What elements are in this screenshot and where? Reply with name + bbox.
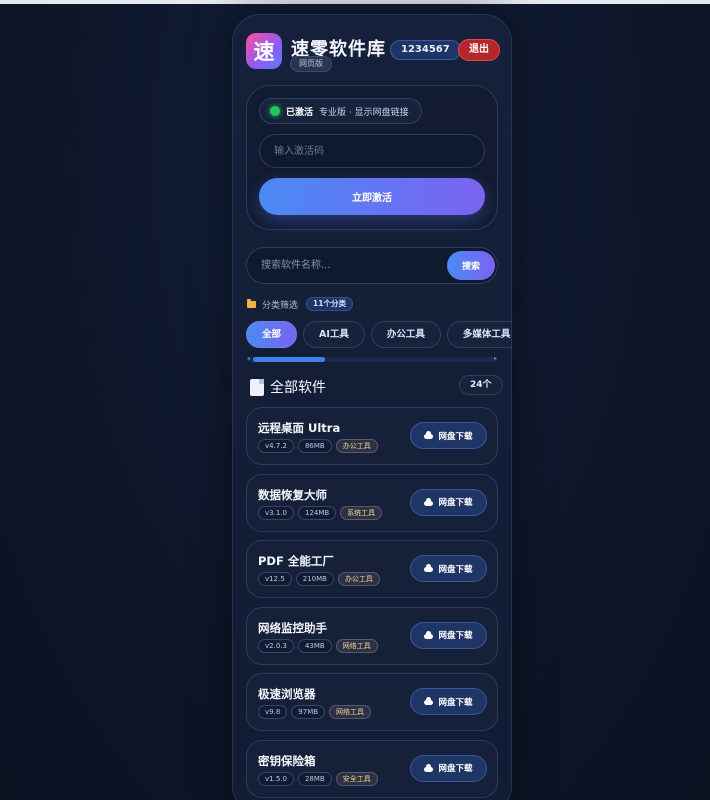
software-card: 网络监控助手 v2.0.3 43MB 网络工具 网盘下载 bbox=[246, 606, 498, 665]
status-dot-icon bbox=[270, 106, 280, 116]
software-card: PDF 全能工厂 v12.5 210MB 办公工具 网盘下载 bbox=[246, 540, 498, 598]
search-input[interactable] bbox=[261, 248, 441, 283]
version-tag: v1.5.0 bbox=[258, 771, 294, 786]
status-label: 已激活 bbox=[286, 107, 314, 118]
software-name: 数据恢复大师 bbox=[258, 487, 327, 502]
version-tag: v3.1.0 bbox=[258, 505, 294, 520]
version-tag: v4.7.2 bbox=[258, 439, 294, 453]
size-tag: 97MB bbox=[291, 705, 326, 719]
size-tag: 210MB bbox=[295, 572, 334, 586]
section-header: 全部软件 bbox=[250, 377, 326, 397]
size-tag: 124MB bbox=[297, 505, 337, 520]
status-detail: 专业版 · 显示网盘链接 bbox=[319, 107, 409, 118]
category-tag: 系统工具 bbox=[340, 505, 383, 520]
app-container: 速 速零软件库 网页版 1234567 退出 已激活 专业版 · 显示网盘链接 … bbox=[232, 14, 512, 800]
cloud-icon bbox=[424, 564, 434, 572]
cloud-icon bbox=[424, 697, 434, 705]
category-tag: 网络工具 bbox=[329, 705, 372, 719]
download-label: 网盘下载 bbox=[438, 564, 473, 575]
software-name: 密钥保险箱 bbox=[258, 753, 316, 768]
category-filter-header: 分类筛选 11个分类 bbox=[247, 297, 353, 311]
category-tab-ai[interactable]: AI工具 bbox=[303, 321, 365, 348]
activation-status: 已激活 专业版 · 显示网盘链接 bbox=[259, 98, 422, 124]
section-title: 全部软件 bbox=[270, 380, 326, 396]
netdisk-download-button[interactable]: 网盘下载 bbox=[410, 621, 487, 649]
logout-button[interactable]: 退出 bbox=[458, 39, 500, 61]
document-icon bbox=[250, 378, 264, 396]
search-bar: 搜索 bbox=[246, 247, 498, 284]
cloud-icon bbox=[424, 497, 434, 506]
filter-label: 分类筛选 bbox=[262, 300, 299, 311]
scroll-left-icon[interactable]: ◂ bbox=[247, 355, 250, 362]
version-tag: v9.8 bbox=[258, 705, 288, 719]
cloud-icon bbox=[424, 763, 434, 772]
category-scrollbar[interactable]: ◂ ▸ bbox=[246, 355, 498, 362]
software-card: 数据恢复大师 v3.1.0 124MB 系统工具 网盘下载 bbox=[246, 473, 498, 532]
user-id-badge: 1234567 bbox=[390, 40, 461, 60]
netdisk-download-button[interactable]: 网盘下载 bbox=[410, 688, 487, 715]
software-count-badge: 24个 bbox=[459, 375, 503, 395]
software-list: 远程桌面 Ultra v4.7.2 86MB 办公工具 网盘下载 数据恢复大师 … bbox=[246, 407, 498, 800]
scroll-right-icon[interactable]: ▸ bbox=[494, 355, 497, 362]
size-tag: 43MB bbox=[297, 638, 332, 653]
category-tag: 办公工具 bbox=[335, 439, 378, 453]
activation-code-input[interactable] bbox=[259, 134, 485, 168]
software-card: 远程桌面 Ultra v4.7.2 86MB 办公工具 网盘下载 bbox=[246, 407, 498, 465]
netdisk-download-button[interactable]: 网盘下载 bbox=[410, 555, 487, 582]
software-name: PDF 全能工厂 bbox=[258, 554, 334, 568]
cloud-icon bbox=[424, 630, 434, 639]
search-button[interactable]: 搜索 bbox=[447, 251, 495, 280]
software-name: 网络监控助手 bbox=[258, 620, 327, 635]
size-tag: 28MB bbox=[297, 771, 332, 786]
activation-card: 已激活 专业版 · 显示网盘链接 立即激活 bbox=[246, 85, 498, 230]
category-tag: 安全工具 bbox=[335, 771, 378, 786]
version-badge: 网页版 bbox=[290, 56, 332, 72]
netdisk-download-button[interactable]: 网盘下载 bbox=[410, 488, 487, 516]
category-tag: 办公工具 bbox=[337, 572, 380, 586]
netdisk-download-button[interactable]: 网盘下载 bbox=[410, 422, 487, 449]
software-card: 密钥保险箱 v1.5.0 28MB 安全工具 网盘下载 bbox=[246, 739, 498, 798]
netdisk-download-button[interactable]: 网盘下载 bbox=[410, 754, 487, 782]
software-name: 远程桌面 Ultra bbox=[258, 421, 341, 435]
app-logo: 速 bbox=[246, 33, 282, 69]
category-tag: 网络工具 bbox=[335, 638, 378, 653]
scrollbar-thumb[interactable] bbox=[253, 357, 325, 362]
version-tag: v2.0.3 bbox=[258, 638, 294, 653]
software-card: 极速浏览器 v9.8 97MB 网络工具 网盘下载 bbox=[246, 673, 498, 731]
size-tag: 86MB bbox=[297, 439, 332, 453]
cloud-icon bbox=[424, 431, 434, 439]
download-label: 网盘下载 bbox=[438, 697, 473, 708]
category-count-badge: 11个分类 bbox=[306, 297, 353, 311]
category-tab-multimedia[interactable]: 多媒体工具 bbox=[446, 321, 511, 348]
logo-char: 速 bbox=[253, 40, 275, 64]
download-label: 网盘下载 bbox=[438, 631, 473, 641]
activate-button[interactable]: 立即激活 bbox=[259, 178, 485, 215]
category-tabs: 全部 AI工具 办公工具 多媒体工具 bbox=[246, 321, 511, 349]
version-tag: v12.5 bbox=[258, 572, 292, 586]
download-label: 网盘下载 bbox=[438, 764, 473, 774]
software-name: 极速浏览器 bbox=[258, 687, 316, 701]
category-tab-office[interactable]: 办公工具 bbox=[370, 321, 441, 348]
download-label: 网盘下载 bbox=[438, 431, 473, 442]
category-tab-all[interactable]: 全部 bbox=[246, 321, 298, 348]
download-label: 网盘下载 bbox=[438, 498, 473, 508]
folder-icon bbox=[247, 298, 256, 308]
